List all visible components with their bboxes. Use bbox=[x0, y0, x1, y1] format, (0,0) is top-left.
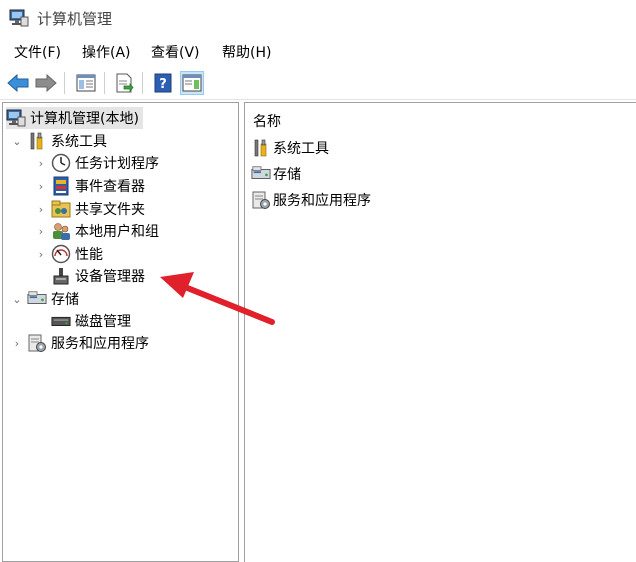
svg-text:?: ? bbox=[159, 77, 167, 92]
chevron-right-icon[interactable]: › bbox=[35, 157, 47, 170]
show-hide-action-pane-icon[interactable] bbox=[180, 71, 204, 95]
list-item-label: 系统工具 bbox=[273, 141, 329, 157]
tree-item-services-applications[interactable]: › 服务和应用程序 bbox=[11, 332, 149, 354]
tools-icon bbox=[251, 138, 271, 158]
tree-item-disk-management[interactable]: 磁盘管理 bbox=[51, 310, 131, 332]
toolbar: ? bbox=[0, 66, 636, 100]
clock-icon bbox=[51, 153, 71, 173]
menu-file[interactable]: 文件(F) bbox=[14, 42, 61, 62]
tree-item-shared-folders[interactable]: › 共享文件夹 bbox=[35, 198, 145, 220]
chevron-right-icon[interactable]: › bbox=[35, 225, 47, 238]
toolbar-separator bbox=[142, 72, 143, 94]
list-item-services-applications[interactable]: 服务和应用程序 bbox=[251, 189, 371, 211]
list-item-storage[interactable]: 存储 bbox=[251, 163, 301, 185]
storage-icon bbox=[251, 164, 271, 184]
tree-item-event-viewer[interactable]: › 事件查看器 bbox=[35, 175, 145, 197]
tree-item-local-users-groups[interactable]: › 本地用户和组 bbox=[35, 220, 159, 242]
list-item-system-tools[interactable]: 系统工具 bbox=[251, 137, 329, 159]
chevron-down-icon[interactable]: ⌄ bbox=[11, 293, 23, 306]
storage-icon bbox=[27, 289, 47, 309]
chevron-right-icon[interactable]: › bbox=[35, 248, 47, 261]
menu-view[interactable]: 查看(V) bbox=[151, 42, 200, 62]
help-icon[interactable]: ? bbox=[151, 71, 175, 95]
tree-item-root[interactable]: 计算机管理(本地) bbox=[6, 107, 143, 129]
tree-item-storage[interactable]: ⌄ 存储 bbox=[11, 288, 79, 310]
tree-item-label: 共享文件夹 bbox=[75, 202, 145, 218]
computer-management-icon bbox=[6, 108, 26, 128]
chevron-right-icon[interactable]: › bbox=[11, 337, 23, 350]
menu-bar: 文件(F) 操作(A) 查看(V) 帮助(H) bbox=[0, 40, 636, 64]
users-icon bbox=[51, 221, 71, 241]
services-icon bbox=[251, 190, 271, 210]
tree-item-label: 性能 bbox=[75, 247, 103, 263]
tree-item-label: 任务计划程序 bbox=[75, 156, 159, 172]
window-title: 计算机管理 bbox=[37, 10, 113, 28]
title-bar: 计算机管理 bbox=[0, 0, 636, 38]
disk-icon bbox=[51, 311, 71, 331]
export-list-icon[interactable] bbox=[112, 71, 136, 95]
forward-icon[interactable] bbox=[34, 71, 58, 95]
navigation-tree-pane[interactable]: 计算机管理(本地) ⌄ 系统工具 › 任务计划程序 › 事件查看器 › 共享文件… bbox=[2, 102, 239, 562]
event-viewer-icon bbox=[51, 176, 71, 196]
shared-folder-icon bbox=[51, 199, 71, 219]
show-hide-tree-icon[interactable] bbox=[74, 71, 98, 95]
tree-item-label: 计算机管理(本地) bbox=[30, 111, 139, 127]
column-header-name[interactable]: 名称 bbox=[253, 111, 281, 131]
tree-item-task-scheduler[interactable]: › 任务计划程序 bbox=[35, 152, 159, 174]
computer-management-icon bbox=[9, 8, 29, 28]
services-icon bbox=[27, 333, 47, 353]
tree-item-device-manager[interactable]: 设备管理器 bbox=[51, 265, 145, 287]
details-list-pane[interactable]: 名称 系统工具 存储 服务和应用程序 bbox=[244, 102, 636, 562]
list-item-label: 服务和应用程序 bbox=[273, 193, 371, 209]
tree-item-label: 本地用户和组 bbox=[75, 224, 159, 240]
tree-item-label: 磁盘管理 bbox=[75, 314, 131, 330]
tree-item-label: 事件查看器 bbox=[75, 179, 145, 195]
tree-item-performance[interactable]: › 性能 bbox=[35, 243, 103, 265]
device-manager-icon bbox=[51, 266, 71, 286]
chevron-right-icon[interactable]: › bbox=[35, 203, 47, 216]
tree-item-label: 设备管理器 bbox=[75, 269, 145, 285]
tools-icon bbox=[27, 131, 47, 151]
menu-help[interactable]: 帮助(H) bbox=[222, 42, 271, 62]
performance-gauge-icon bbox=[51, 244, 71, 264]
toolbar-separator bbox=[104, 72, 105, 94]
tree-item-label: 服务和应用程序 bbox=[51, 336, 149, 352]
list-item-label: 存储 bbox=[273, 167, 301, 183]
tree-item-label: 系统工具 bbox=[51, 134, 107, 150]
chevron-down-icon[interactable]: ⌄ bbox=[11, 135, 23, 148]
chevron-right-icon[interactable]: › bbox=[35, 180, 47, 193]
back-icon[interactable] bbox=[6, 71, 30, 95]
tree-item-system-tools[interactable]: ⌄ 系统工具 bbox=[11, 130, 107, 152]
tree-item-label: 存储 bbox=[51, 292, 79, 308]
toolbar-separator bbox=[64, 72, 65, 94]
menu-action[interactable]: 操作(A) bbox=[82, 42, 131, 62]
